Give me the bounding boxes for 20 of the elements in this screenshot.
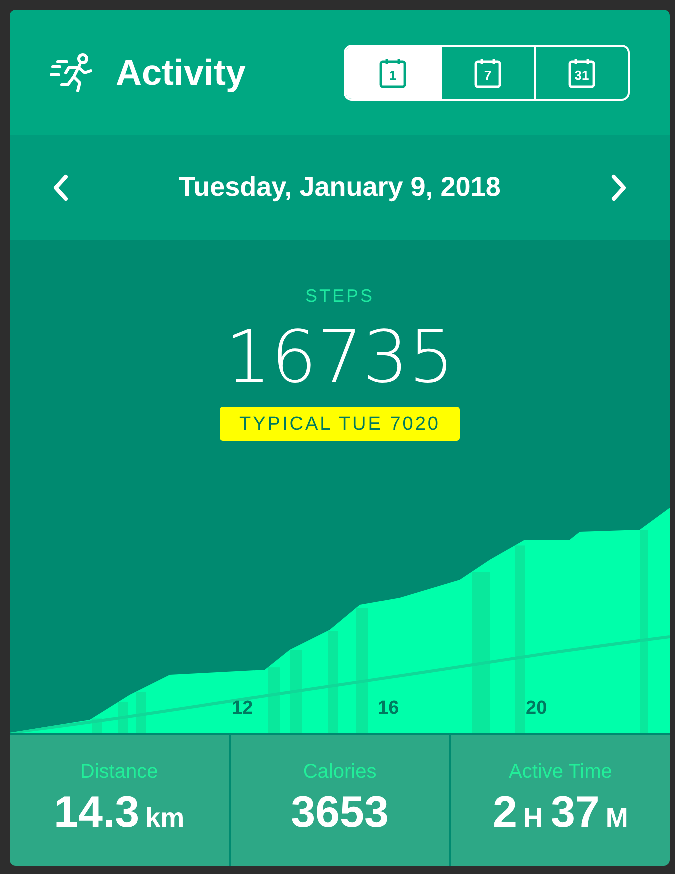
period-tab[interactable]: 7 <box>440 46 534 98</box>
calendar-icon <box>568 58 596 88</box>
stat-value: 3653 <box>291 788 389 838</box>
calendar-icon <box>379 58 407 88</box>
axis-label: 20 <box>526 698 548 720</box>
app-title: Activity <box>116 52 248 94</box>
typical-steps-badge: TYPICAL TUE 7020 <box>220 407 460 441</box>
stat-label: Distance <box>80 761 158 784</box>
stat-value: 2 H 37 M <box>492 788 628 838</box>
stat-value: 14.3 km <box>54 788 185 838</box>
period-tab[interactable]: 31 <box>534 46 628 98</box>
stat-label: Active Time <box>509 761 612 784</box>
calendar-icon <box>474 58 502 88</box>
period-tab[interactable]: 1 <box>346 46 440 98</box>
steps-count: 16735 <box>225 315 455 399</box>
steps-label: STEPS <box>305 286 375 307</box>
stat-label: Calories <box>303 761 377 784</box>
axis-label: 12 <box>232 698 254 720</box>
date-label: Tuesday, January 9, 2018 <box>179 172 501 203</box>
axis-label: 16 <box>378 698 400 720</box>
